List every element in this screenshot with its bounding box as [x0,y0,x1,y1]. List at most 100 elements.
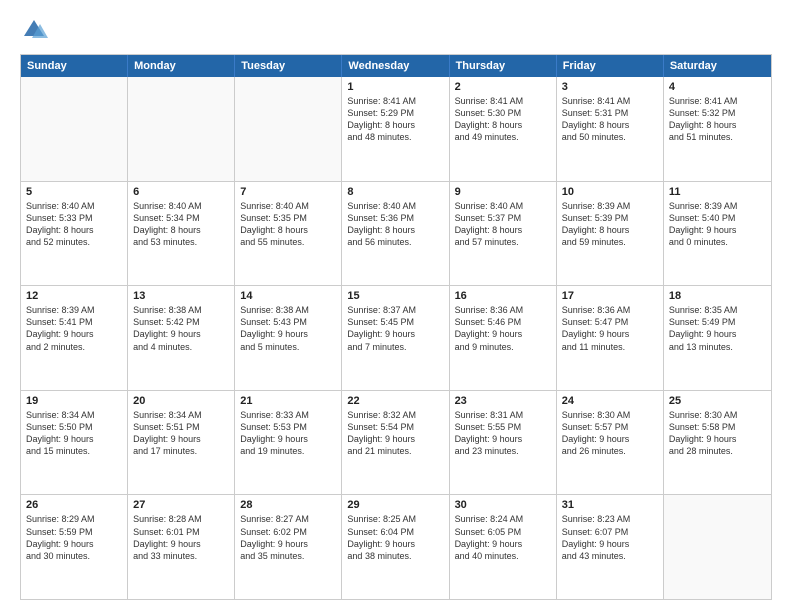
day-number: 12 [26,290,122,302]
day-content: Sunrise: 8:24 AM Sunset: 6:05 PM Dayligh… [455,513,551,562]
day-content: Sunrise: 8:36 AM Sunset: 5:46 PM Dayligh… [455,304,551,353]
calendar-cell: 21Sunrise: 8:33 AM Sunset: 5:53 PM Dayli… [235,391,342,495]
calendar-cell: 7 Sunrise: 8:40 AM Sunset: 5:35 PM Daylig… [235,182,342,286]
calendar-day-header: Thursday [450,55,557,77]
day-number: 24 [562,395,658,407]
calendar-cell: 31 Sunrise: 8:23 AM Sunset: 6:07 PM Dayli… [557,495,664,599]
day-number: 8 [347,186,443,198]
calendar-cell: 1Sunrise: 8:41 AM Sunset: 5:29 PM Daylig… [342,77,449,181]
calendar-week: 12 Sunrise: 8:39 AM Sunset: 5:41 PM Dayli… [21,286,771,391]
calendar-cell: 20Sunrise: 8:34 AM Sunset: 5:51 PM Dayli… [128,391,235,495]
day-content: Sunrise: 8:34 AM Sunset: 5:50 PM Dayligh… [26,409,122,458]
calendar-body: 1Sunrise: 8:41 AM Sunset: 5:29 PM Daylig… [21,77,771,599]
day-content: Sunrise: 8:40 AM Sunset: 5:35 PM Dayligh… [240,200,336,249]
day-content: Sunrise: 8:41 AM Sunset: 5:31 PM Dayligh… [562,95,658,144]
day-content: Sunrise: 8:28 AM Sunset: 6:01 PM Dayligh… [133,513,229,562]
day-content: Sunrise: 8:29 AM Sunset: 5:59 PM Dayligh… [26,513,122,562]
calendar-week: 5Sunrise: 8:40 AM Sunset: 5:33 PM Daylig… [21,182,771,287]
calendar-day-header: Friday [557,55,664,77]
calendar-cell-empty [128,77,235,181]
day-number: 22 [347,395,443,407]
calendar-day-header: Tuesday [235,55,342,77]
logo [20,16,52,44]
day-content: Sunrise: 8:37 AM Sunset: 5:45 PM Dayligh… [347,304,443,353]
day-content: Sunrise: 8:25 AM Sunset: 6:04 PM Dayligh… [347,513,443,562]
calendar-cell: 18 Sunrise: 8:35 AM Sunset: 5:49 PM Dayli… [664,286,771,390]
day-content: Sunrise: 8:39 AM Sunset: 5:40 PM Dayligh… [669,200,766,249]
calendar-cell: 16Sunrise: 8:36 AM Sunset: 5:46 PM Dayli… [450,286,557,390]
calendar-cell: 19 Sunrise: 8:34 AM Sunset: 5:50 PM Dayli… [21,391,128,495]
calendar-cell: 9 Sunrise: 8:40 AM Sunset: 5:37 PM Daylig… [450,182,557,286]
day-content: Sunrise: 8:30 AM Sunset: 5:57 PM Dayligh… [562,409,658,458]
day-number: 18 [669,290,766,302]
calendar-cell-empty [21,77,128,181]
day-content: Sunrise: 8:39 AM Sunset: 5:39 PM Dayligh… [562,200,658,249]
day-number: 15 [347,290,443,302]
day-number: 4 [669,81,766,93]
calendar-header: SundayMondayTuesdayWednesdayThursdayFrid… [21,55,771,77]
day-number: 9 [455,186,551,198]
day-number: 1 [347,81,443,93]
day-number: 14 [240,290,336,302]
day-number: 31 [562,499,658,511]
calendar-cell: 30Sunrise: 8:24 AM Sunset: 6:05 PM Dayli… [450,495,557,599]
calendar-cell: 28Sunrise: 8:27 AM Sunset: 6:02 PM Dayli… [235,495,342,599]
calendar-cell: 2 Sunrise: 8:41 AM Sunset: 5:30 PM Daylig… [450,77,557,181]
calendar-cell: 22 Sunrise: 8:32 AM Sunset: 5:54 PM Dayli… [342,391,449,495]
calendar-cell: 27 Sunrise: 8:28 AM Sunset: 6:01 PM Dayli… [128,495,235,599]
calendar-cell: 29Sunrise: 8:25 AM Sunset: 6:04 PM Dayli… [342,495,449,599]
calendar-cell-empty [235,77,342,181]
day-number: 3 [562,81,658,93]
calendar-cell: 8 Sunrise: 8:40 AM Sunset: 5:36 PM Daylig… [342,182,449,286]
calendar-cell: 4 Sunrise: 8:41 AM Sunset: 5:32 PM Daylig… [664,77,771,181]
day-content: Sunrise: 8:23 AM Sunset: 6:07 PM Dayligh… [562,513,658,562]
day-content: Sunrise: 8:27 AM Sunset: 6:02 PM Dayligh… [240,513,336,562]
day-number: 6 [133,186,229,198]
calendar-page: SundayMondayTuesdayWednesdayThursdayFrid… [0,0,792,612]
day-number: 26 [26,499,122,511]
calendar-day-header: Wednesday [342,55,449,77]
calendar-cell: 26 Sunrise: 8:29 AM Sunset: 5:59 PM Dayli… [21,495,128,599]
day-content: Sunrise: 8:35 AM Sunset: 5:49 PM Dayligh… [669,304,766,353]
day-number: 5 [26,186,122,198]
day-number: 23 [455,395,551,407]
day-number: 25 [669,395,766,407]
day-number: 7 [240,186,336,198]
calendar-week: 26 Sunrise: 8:29 AM Sunset: 5:59 PM Dayli… [21,495,771,599]
day-number: 21 [240,395,336,407]
calendar-cell: 11 Sunrise: 8:39 AM Sunset: 5:40 PM Dayli… [664,182,771,286]
calendar-day-header: Monday [128,55,235,77]
day-content: Sunrise: 8:38 AM Sunset: 5:43 PM Dayligh… [240,304,336,353]
day-content: Sunrise: 8:40 AM Sunset: 5:37 PM Dayligh… [455,200,551,249]
day-number: 2 [455,81,551,93]
calendar-cell: 25Sunrise: 8:30 AM Sunset: 5:58 PM Dayli… [664,391,771,495]
day-content: Sunrise: 8:40 AM Sunset: 5:34 PM Dayligh… [133,200,229,249]
day-number: 11 [669,186,766,198]
calendar-cell: 10 Sunrise: 8:39 AM Sunset: 5:39 PM Dayli… [557,182,664,286]
calendar-week: 1Sunrise: 8:41 AM Sunset: 5:29 PM Daylig… [21,77,771,182]
day-content: Sunrise: 8:38 AM Sunset: 5:42 PM Dayligh… [133,304,229,353]
calendar-cell: 14 Sunrise: 8:38 AM Sunset: 5:43 PM Dayli… [235,286,342,390]
day-number: 20 [133,395,229,407]
calendar-cell: 13Sunrise: 8:38 AM Sunset: 5:42 PM Dayli… [128,286,235,390]
calendar-cell: 3 Sunrise: 8:41 AM Sunset: 5:31 PM Daylig… [557,77,664,181]
calendar-cell: 23 Sunrise: 8:31 AM Sunset: 5:55 PM Dayli… [450,391,557,495]
day-content: Sunrise: 8:32 AM Sunset: 5:54 PM Dayligh… [347,409,443,458]
day-number: 10 [562,186,658,198]
calendar-cell: 24 Sunrise: 8:30 AM Sunset: 5:57 PM Dayli… [557,391,664,495]
calendar-cell-empty [664,495,771,599]
day-content: Sunrise: 8:31 AM Sunset: 5:55 PM Dayligh… [455,409,551,458]
calendar-day-header: Saturday [664,55,771,77]
day-content: Sunrise: 8:41 AM Sunset: 5:30 PM Dayligh… [455,95,551,144]
logo-icon [20,16,48,44]
page-header [20,16,772,44]
day-content: Sunrise: 8:41 AM Sunset: 5:32 PM Dayligh… [669,95,766,144]
day-number: 19 [26,395,122,407]
day-number: 27 [133,499,229,511]
calendar-cell: 17 Sunrise: 8:36 AM Sunset: 5:47 PM Dayli… [557,286,664,390]
day-content: Sunrise: 8:36 AM Sunset: 5:47 PM Dayligh… [562,304,658,353]
day-number: 17 [562,290,658,302]
day-content: Sunrise: 8:39 AM Sunset: 5:41 PM Dayligh… [26,304,122,353]
day-content: Sunrise: 8:40 AM Sunset: 5:36 PM Dayligh… [347,200,443,249]
calendar-day-header: Sunday [21,55,128,77]
